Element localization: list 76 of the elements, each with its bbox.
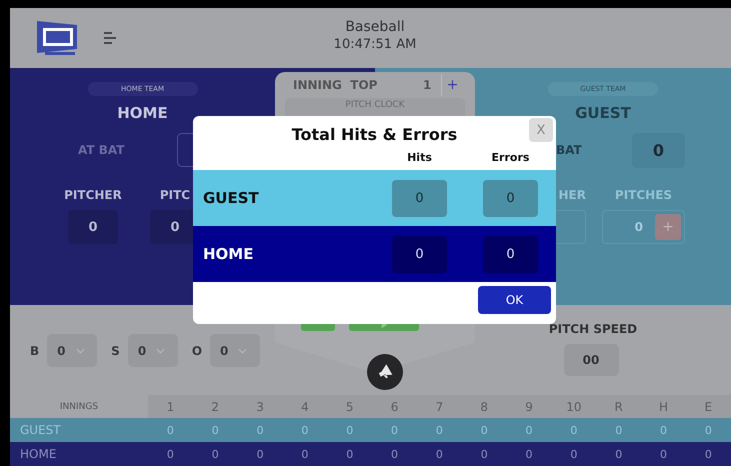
column-header: 1 xyxy=(166,400,176,414)
table-cell-text: 0 xyxy=(390,448,400,460)
column-header: 5 xyxy=(344,400,355,414)
column-header: 7 xyxy=(434,400,444,414)
table-cell-text: 0 xyxy=(659,424,668,436)
column-header: 4 xyxy=(300,400,310,414)
column-header: 10 xyxy=(565,400,582,414)
table-cell-text: 0 xyxy=(300,424,310,436)
table-cell-text: 0 xyxy=(569,424,578,436)
pitch-speed-field[interactable]: 00 xyxy=(564,344,618,376)
table-cell-text: 0 xyxy=(704,448,713,460)
hits-field[interactable]: 0 xyxy=(392,236,447,272)
stat-field[interactable]: 0 + xyxy=(602,210,685,244)
column-header: 9 xyxy=(524,400,534,414)
table-cell-text: 0 xyxy=(569,448,578,460)
table-cell-text: 0 xyxy=(434,424,444,436)
stat-field[interactable]: 0 xyxy=(68,210,118,244)
table-cell-text: 0 xyxy=(390,424,400,436)
count-dropdown[interactable]: 0 xyxy=(128,334,178,367)
column-header: R xyxy=(614,400,624,414)
column-header: E xyxy=(704,400,714,414)
table-cell-text: 0 xyxy=(166,448,175,460)
stat-label: PITCHER xyxy=(64,188,122,202)
table-cell-text: 0 xyxy=(256,448,265,460)
column-header: H xyxy=(658,400,670,414)
table-cell-text: 0 xyxy=(345,424,354,436)
ok-button[interactable]: OK xyxy=(478,286,551,314)
team-name: GUEST xyxy=(203,189,260,207)
column-header: 6 xyxy=(390,400,400,414)
at-bat-label: BAT xyxy=(556,143,583,157)
team-name: HOME xyxy=(117,104,168,122)
column-header: Hits xyxy=(406,151,433,164)
count-dropdown[interactable]: 0 xyxy=(210,334,260,367)
count-label: S xyxy=(111,344,120,358)
pitch-speed-label: PITCH SPEED xyxy=(548,322,638,336)
table-cell-text: 0 xyxy=(300,448,310,460)
team-cell-text: GUEST xyxy=(19,423,62,437)
column-header: 3 xyxy=(255,400,265,414)
errors-field[interactable]: 0 xyxy=(483,180,538,216)
stat-label: HER xyxy=(558,188,586,202)
close-button[interactable]: X xyxy=(529,118,553,142)
inning-label: INNING TOP xyxy=(293,78,378,92)
table-header: INNINGS xyxy=(58,402,100,412)
table-cell-text: 0 xyxy=(434,448,444,460)
column-header: Errors xyxy=(490,151,530,164)
table-cell-text: 0 xyxy=(704,424,713,436)
table-cell-text: 0 xyxy=(166,424,175,436)
dialog-title: Total Hits & Errors xyxy=(292,125,458,145)
table-cell-text: 0 xyxy=(345,448,354,460)
table-cell-text: 0 xyxy=(614,424,624,436)
inning-number: 1 xyxy=(423,78,432,92)
table-cell-text: 0 xyxy=(480,424,489,436)
team-cell-text: HOME xyxy=(19,447,58,461)
column-header: 8 xyxy=(479,400,490,414)
at-bat-field[interactable]: 0 xyxy=(632,132,685,168)
column-header: 2 xyxy=(210,400,220,414)
at-bat-label: AT BAT xyxy=(78,143,126,157)
clock-time: 10:47:51 AM xyxy=(334,36,416,54)
sport-title: Baseball xyxy=(345,18,405,36)
table-cell-text: 0 xyxy=(614,448,624,460)
table-cell-text: 0 xyxy=(659,448,668,460)
stat-label: PITCHES xyxy=(614,188,672,202)
table-cell-text: 0 xyxy=(256,424,265,436)
table-cell-text: 0 xyxy=(480,448,489,460)
team-name: HOME xyxy=(203,245,254,263)
count-label: O xyxy=(192,344,202,358)
hits-field[interactable]: 0 xyxy=(392,180,447,216)
errors-field[interactable]: 0 xyxy=(483,236,538,272)
table-cell-text: 0 xyxy=(524,424,534,436)
stat-label: PITC xyxy=(160,188,190,202)
count-label: B xyxy=(30,344,40,358)
table-cell-text: 0 xyxy=(210,448,220,460)
table-cell-text: 0 xyxy=(524,448,534,460)
count-dropdown[interactable]: 0 xyxy=(47,334,98,367)
team-name: GUEST xyxy=(575,104,631,122)
table-cell-text: 0 xyxy=(210,424,220,436)
